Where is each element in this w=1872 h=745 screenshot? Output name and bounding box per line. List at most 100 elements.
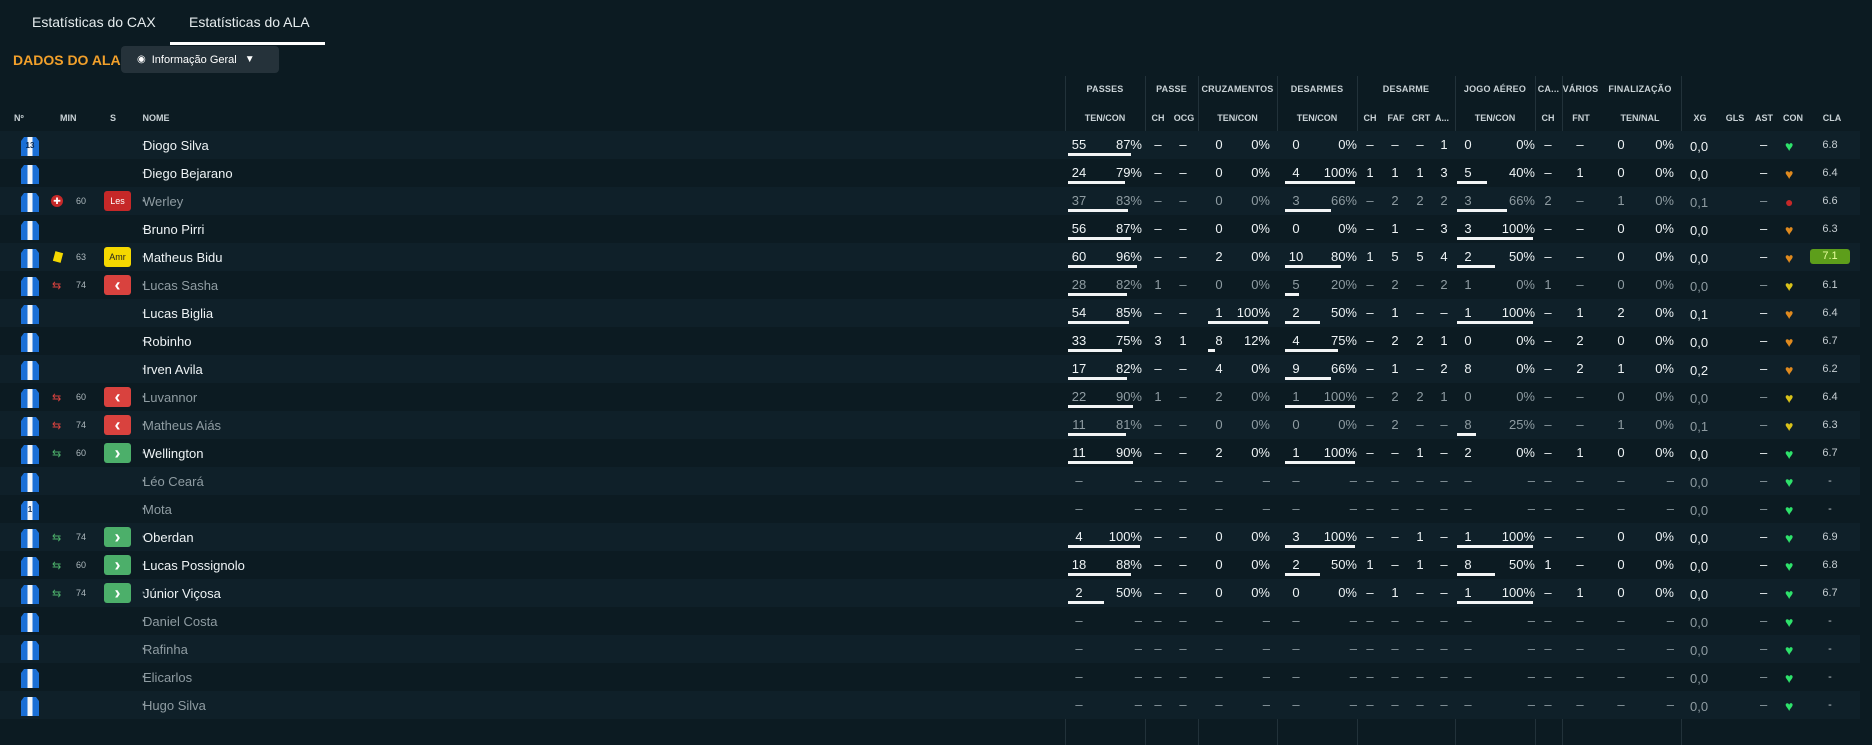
player-name[interactable]: Léo Ceará [143, 474, 204, 489]
table-row[interactable]: ⇆ 60 › ◔ Wellington 11 90% – –2 0% 1 100% – –1–2 0% –1 0… [0, 439, 1860, 467]
xg-value: 0,0 [1690, 167, 1709, 182]
table-row[interactable]: ◔ Léo Ceará – – – – – – – – – – – – – – – – – –0,0– ♥ - [0, 467, 1860, 495]
crosses-attempts: 0 [1215, 277, 1223, 292]
column-header[interactable]: CRT [1409, 113, 1433, 123]
crosses-pct: – [1262, 473, 1270, 488]
player-name[interactable]: Júnior Viçosa [143, 586, 221, 601]
yellow-card-badge[interactable]: Amr [104, 247, 131, 267]
sub-out-badge[interactable]: ‹ [104, 387, 131, 407]
ast-value: – [1760, 333, 1768, 348]
table-row[interactable]: ◔ Elicarlos – – – – – – – – – – – – – – – – – –0,0– ♥ - [0, 663, 1860, 691]
tackles-attempts: 9 [1292, 361, 1300, 376]
table-row[interactable]: ◔ Hugo Silva – – – – – – – – – – – – – – – – – –0,0– ♥ - [0, 691, 1860, 719]
table-row[interactable]: ◔ Robinho 33 75% 3 1 8 12% 4 75% –2 2 1 0 0% –2 0 0% 0,0– ♥… [0, 327, 1860, 355]
desarme-crt: – [1416, 669, 1424, 684]
table-row[interactable]: ⇆ 60 › ◔ Lucas Possignolo 18 88% – –0 0% 2 50% 1–1–8… [0, 551, 1860, 579]
injury-badge[interactable]: Les [104, 191, 131, 211]
desarme-crt: – [1416, 613, 1424, 628]
column-header[interactable]: XG [1690, 113, 1710, 123]
table-row[interactable]: ⇆ 74 ‹ ◔ Lucas Sasha 28 82% 1–0 0% 5 20% –2–2 1 0% 1–0… [0, 271, 1860, 299]
tab-ala-stats[interactable]: Estatísticas do ALA [189, 14, 310, 30]
player-name[interactable]: Matheus Bidu [143, 250, 223, 265]
player-name[interactable]: Luvannor [143, 390, 197, 405]
column-header[interactable]: TEN/NAL [1599, 113, 1681, 123]
table-row[interactable]: 13 ◔ Diogo Silva 55 87% – –0 0% 0 0% – – –1 0 0% – –0 0% 0… [0, 131, 1860, 159]
table-row[interactable]: ◔ Lucas Biglia 54 85% – –1 100% 2 50% –1– –1 100% –1… [0, 299, 1860, 327]
player-name[interactable]: Werley [143, 194, 183, 209]
sub-out-badge[interactable]: ‹ [104, 415, 131, 435]
column-header[interactable]: A... [1434, 113, 1450, 123]
column-header[interactable]: S [110, 113, 124, 123]
column-header[interactable]: OCG [1172, 113, 1196, 123]
rating-value: 6.8 [1822, 139, 1838, 151]
player-name[interactable]: Bruno Pirri [143, 222, 204, 237]
table-row[interactable]: ◔ Daniel Costa – – – – – – – – – – – – – – – – – –0,0– ♥ - [0, 607, 1860, 635]
group-header: FINALIZAÇÃO [1608, 84, 1672, 94]
player-name[interactable]: Lucas Biglia [143, 306, 213, 321]
table-row[interactable]: ◔ Bruno Pirri 56 87% – –0 0% 0 0% –1–3 3 100% – –0 0% 0… [0, 215, 1860, 243]
column-header[interactable]: CON [1781, 113, 1805, 123]
shots-attempts: 0 [1617, 585, 1625, 600]
table-row[interactable]: ◔ Rafinha – – – – – – – – – – – – – – – – – –0,0– ♥ - [0, 635, 1860, 663]
player-name[interactable]: Rafinha [143, 642, 188, 657]
player-name[interactable]: Matheus Aiás [143, 418, 221, 433]
column-header[interactable]: AST [1752, 113, 1776, 123]
player-name[interactable]: Diogo Silva [143, 138, 209, 153]
player-name[interactable]: Oberdan [143, 530, 194, 545]
table-row[interactable]: ✚ 60 Les ◔ Werley 37 83% – –0 0% 3 66% –2 2 2 3 66% 2–1 0%… [0, 187, 1860, 215]
passes-pct: 96% [1115, 249, 1142, 264]
column-header[interactable]: MIN [60, 113, 88, 123]
player-name[interactable]: Daniel Costa [143, 614, 217, 629]
tab-cax-stats[interactable]: Estatísticas do CAX [32, 14, 156, 30]
aerial-attempts: 1 [1464, 277, 1472, 292]
player-name[interactable]: Wellington [143, 446, 203, 461]
kit-shirt-icon [20, 444, 40, 465]
player-name[interactable]: Mota [143, 502, 172, 517]
minute-value: 60 [76, 196, 87, 206]
column-header[interactable]: TEN/CON [1065, 113, 1145, 123]
column-header[interactable]: NOME [136, 113, 176, 123]
player-name[interactable]: Elicarlos [143, 670, 192, 685]
table-row[interactable]: ⇆ 60 ‹ ◔ Luvannor 22 90% 1–2 0% 1 100% –2 2 1 0 0% – –0 0%… [0, 383, 1860, 411]
tackles-attempts: 0 [1292, 417, 1300, 432]
column-header[interactable]: FAF [1384, 113, 1408, 123]
xg-value: 0,1 [1690, 307, 1709, 322]
column-header[interactable]: CH [1150, 113, 1166, 123]
table-row[interactable]: ⇆ 74 ‹ ◔ Matheus Aiás 11 81% – –0 0% 0 0% –2– –8 25% – –… [0, 411, 1860, 439]
table-row[interactable]: ⇆ 74 › ◔ Júnior Viçosa 2 50% – –0 0% 0 0% –1– –1 100% –… [0, 579, 1860, 607]
table-row[interactable]: 63 Amr ◔ Matheus Bidu 60 96% – –2 0% 10 80% 1 5 5 4 2 50… [0, 243, 1860, 271]
player-name[interactable]: Hugo Silva [143, 698, 206, 713]
passe-ch: – [1154, 221, 1162, 236]
crosses-pct: 0% [1251, 445, 1270, 460]
sub-in-badge[interactable]: › [104, 555, 131, 575]
passes-pct: 82% [1115, 361, 1142, 376]
column-header[interactable]: FNT [1568, 113, 1594, 123]
column-header[interactable]: TEN/CON [1455, 113, 1535, 123]
aerial-attempts: – [1464, 669, 1472, 684]
column-header[interactable]: GLS [1722, 113, 1748, 123]
table-row[interactable]: 1 ◔ Mota – – – – – – – – – – – – – – – – – –0,0– ♥ - [0, 495, 1860, 523]
desarme-crt: – [1416, 585, 1424, 600]
table-row[interactable]: ◔ Irven Avila 17 82% – –4 0% 9 66% –1–2 8 0% –2 1 0% 0,… [0, 355, 1860, 383]
table-row[interactable]: ⇆ 74 › ◔ Oberdan 4 100% – –0 0% 3 100% – –1–1 100% – –0 0… [0, 523, 1860, 551]
view-select[interactable]: ◉ Informação Geral ▼ [121, 46, 279, 73]
column-header[interactable]: TEN/CON [1277, 113, 1357, 123]
column-header[interactable]: CH [1362, 113, 1378, 123]
column-header[interactable]: Nº [14, 113, 34, 123]
column-header[interactable]: CLA [1820, 113, 1844, 123]
sub-out-badge[interactable]: ‹ [104, 275, 131, 295]
sub-in-badge[interactable]: › [104, 443, 131, 463]
fnt: 2 [1576, 333, 1584, 348]
player-name[interactable]: Irven Avila [143, 362, 203, 377]
sub-in-badge[interactable]: › [104, 527, 131, 547]
table-row[interactable]: ◔ Diego Bejarano 24 79% – –0 0% 4 100% 1 1 1 3 5 40% –1… [0, 159, 1860, 187]
fnt: – [1576, 417, 1584, 432]
player-name[interactable]: Diego Bejarano [143, 166, 233, 181]
player-name[interactable]: Lucas Sasha [143, 278, 218, 293]
column-header[interactable]: CH [1538, 113, 1558, 123]
player-name[interactable]: Robinho [143, 334, 191, 349]
success-bar [1285, 405, 1355, 408]
player-name[interactable]: Lucas Possignolo [143, 558, 245, 573]
sub-in-badge[interactable]: › [104, 583, 131, 603]
column-header[interactable]: TEN/CON [1198, 113, 1277, 123]
